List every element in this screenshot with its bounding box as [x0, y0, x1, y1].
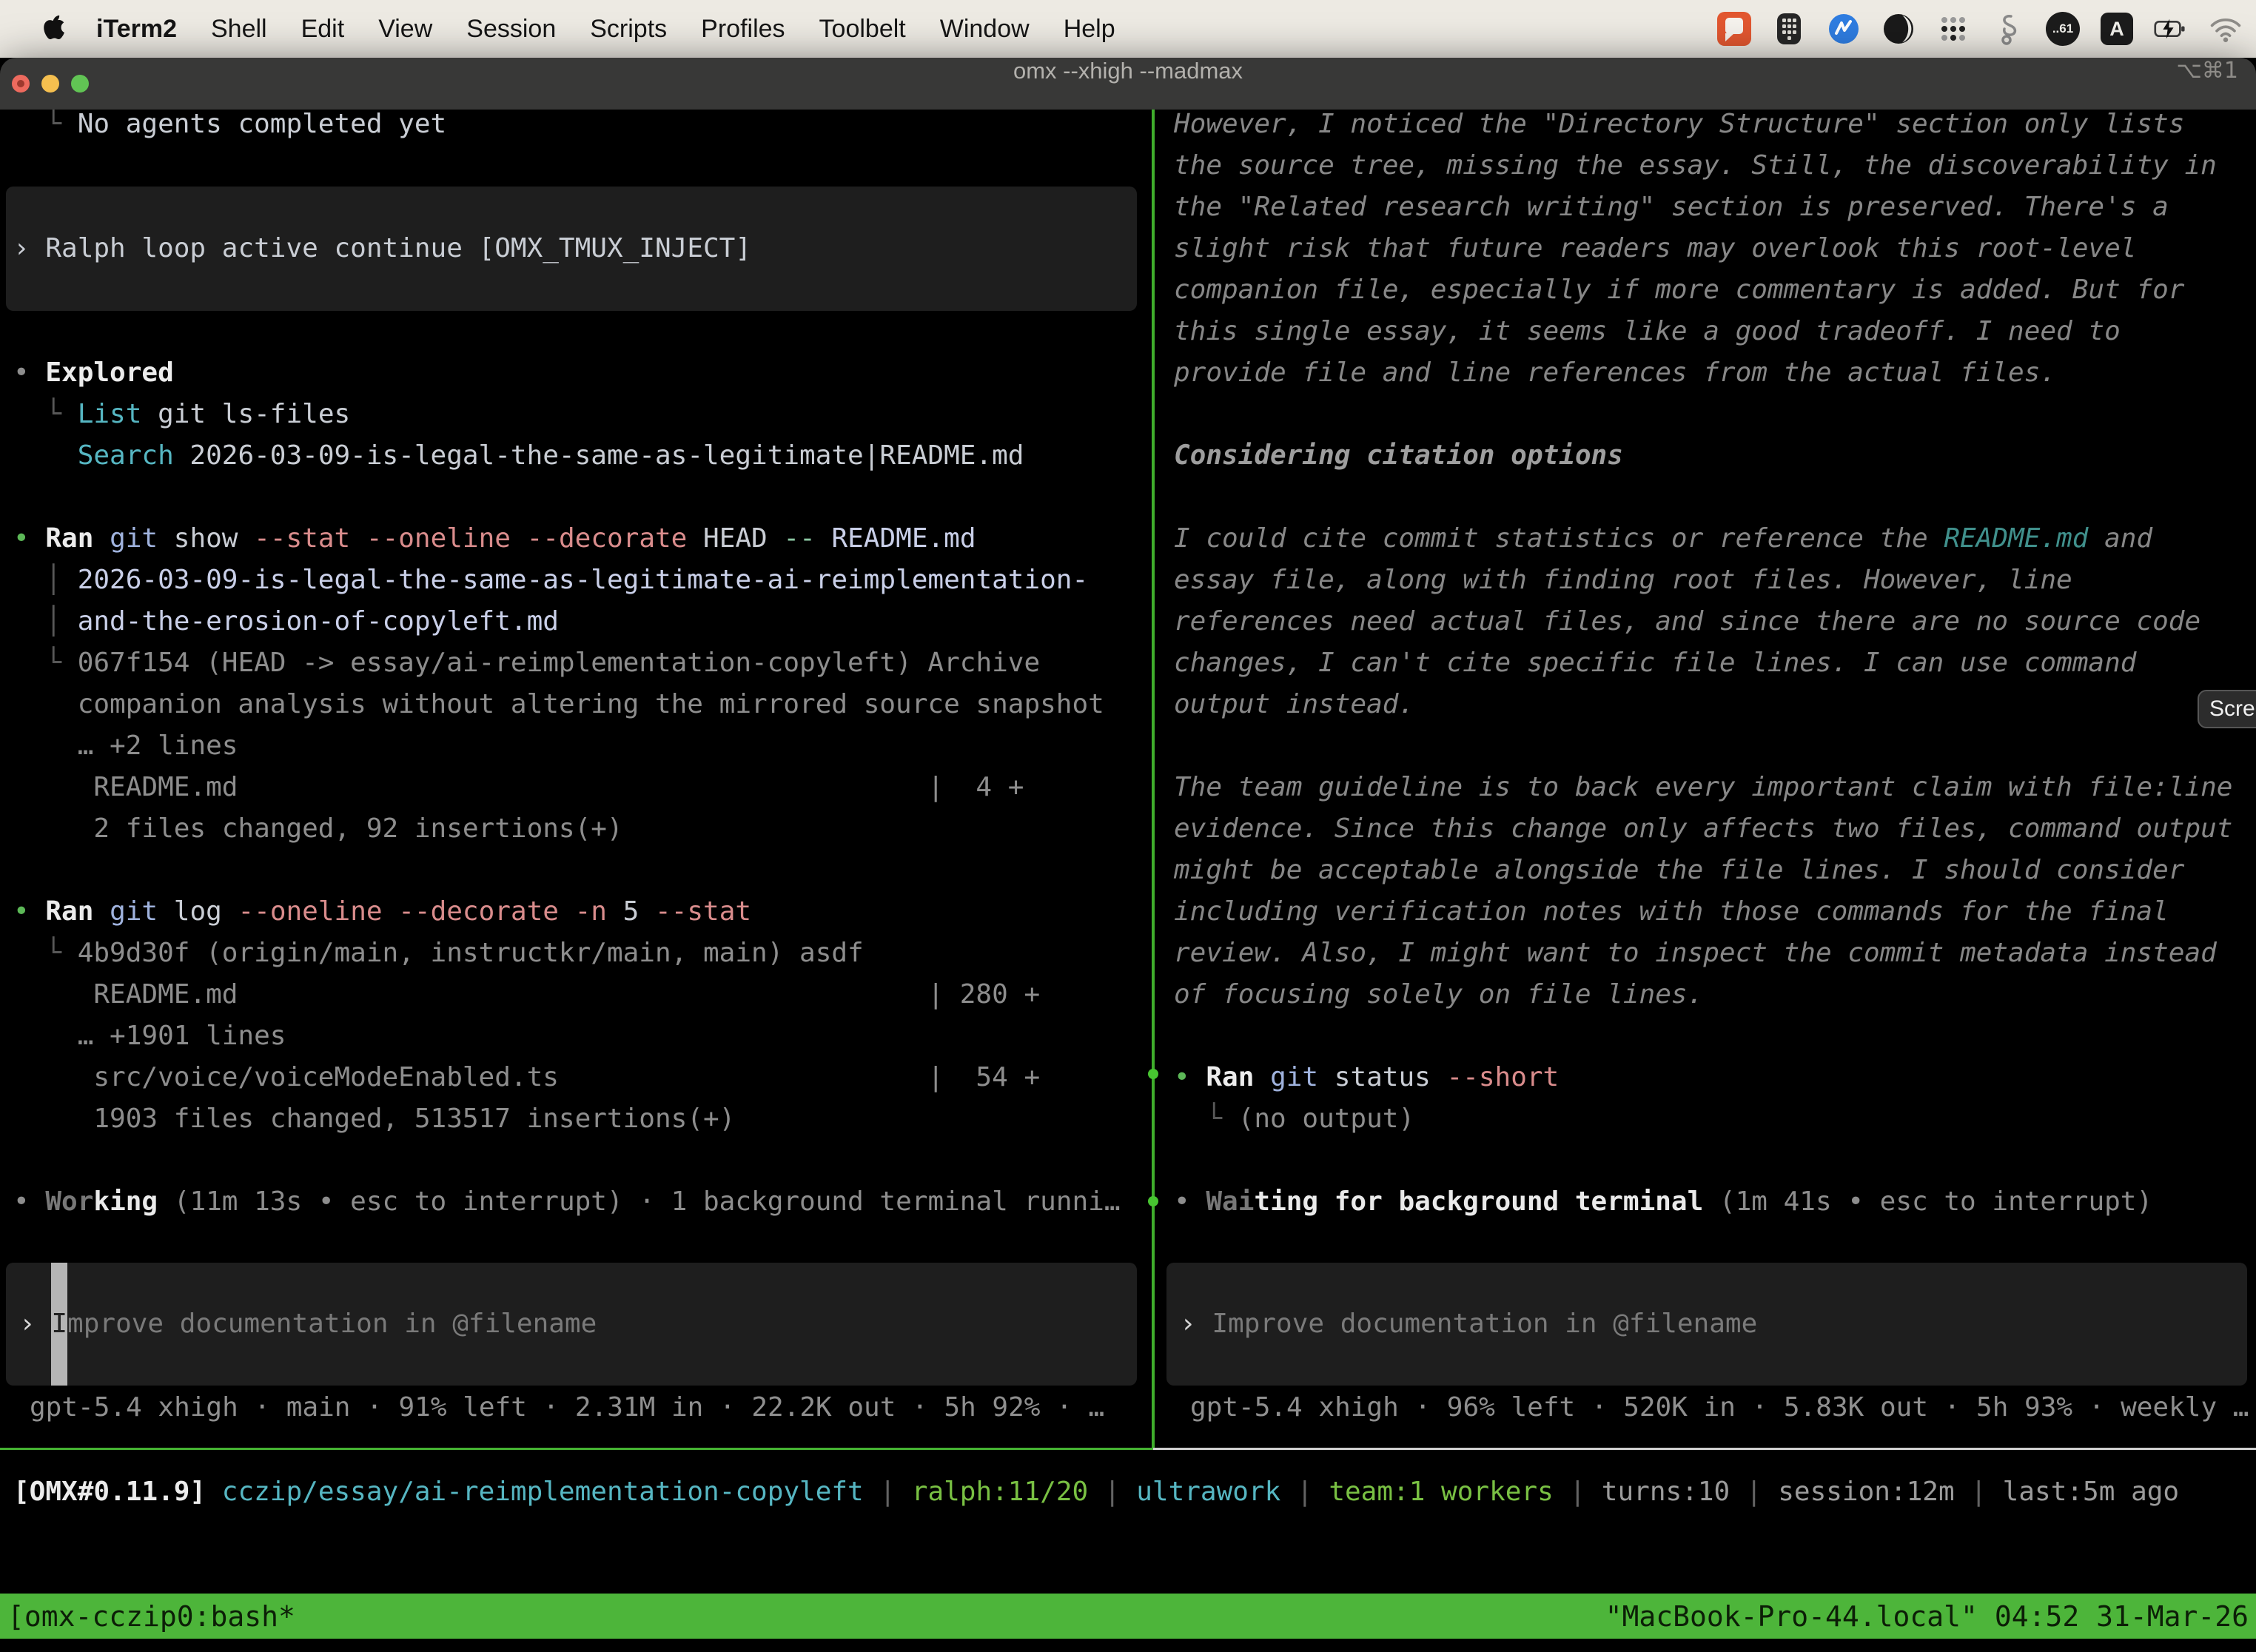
- a-key-icon[interactable]: A: [2101, 13, 2133, 45]
- badge-label: ..61: [2052, 21, 2073, 36]
- apple-menu-icon[interactable]: [38, 13, 67, 45]
- reasoning-text: companion file, especially if more comme…: [1174, 269, 2256, 311]
- tmux-status-bar: [omx-cczip0:bash* "MacBook-Pro-44.local"…: [0, 1594, 2256, 1639]
- explored-search: Search 2026-03-09-is-legal-the-same-as-l…: [13, 435, 1149, 477]
- menu-item-edit[interactable]: Edit: [301, 15, 345, 44]
- git-log-output: └ 4b9d30f (origin/main, instructkr/main,…: [13, 933, 1149, 974]
- left-pane-lines: └ No agents completed yet › Ralph loop ac…: [13, 110, 1149, 1448]
- ran-git-status: • Ran git status --short: [1174, 1057, 2256, 1098]
- menu-item-shell[interactable]: Shell: [211, 15, 267, 44]
- reasoning-text: references need actual files, and since …: [1174, 601, 2256, 642]
- wifi-icon[interactable]: [2209, 12, 2243, 46]
- left-input-box[interactable]: › Improve documentation in @filename: [6, 1263, 1137, 1386]
- menu-item-window[interactable]: Window: [940, 15, 1030, 44]
- omx-status-line: [OMX#0.11.9] cczip/essay/ai-reimplementa…: [13, 1471, 2179, 1513]
- git-log-output: README.md | 280 +: [13, 974, 1149, 1015]
- pane-bottom-border-inactive: [1153, 1448, 2256, 1450]
- reasoning-text: slight risk that future readers may over…: [1174, 228, 2256, 269]
- right-pane-lines: However, I noticed the "Directory Struct…: [1174, 110, 2256, 1448]
- git-log-output: 1903 files changed, 513517 insertions(+): [13, 1098, 1149, 1140]
- menu-item-profiles[interactable]: Profiles: [701, 15, 785, 44]
- prompt-chevron-icon: ›: [1180, 1309, 1212, 1339]
- terminal-area: └ No agents completed yet › Ralph loop ac…: [0, 110, 2256, 1652]
- ran-git-log: • Ran git log --oneline --decorate -n 5 …: [13, 891, 1149, 933]
- dots-grid-icon[interactable]: [1936, 12, 1970, 46]
- chat-badge-icon[interactable]: [1717, 12, 1751, 46]
- git-show-output: companion analysis without altering the …: [13, 684, 1149, 725]
- left-status-line: gpt-5.4 xhigh · main · 91% left · 2.31M …: [30, 1387, 1104, 1428]
- reasoning-text: essay file, along with finding root file…: [1174, 560, 2256, 601]
- right-status-line: gpt-5.4 xhigh · 96% left · 520K in · 5.8…: [1190, 1387, 2249, 1428]
- git-show-output: 2 files changed, 92 insertions(+): [13, 808, 1149, 850]
- waiting-status-line: • Waiting for background terminal (1m 41…: [1174, 1181, 2256, 1223]
- divider-activity-dot: [1148, 1196, 1158, 1206]
- right-input-box[interactable]: › Improve documentation in @filename: [1166, 1263, 2247, 1386]
- prompt-chevron-icon: ›: [19, 1309, 51, 1339]
- input-text: mprove documentation in @filename: [67, 1309, 597, 1339]
- reasoning-text: the "Related research writing" section i…: [1174, 187, 2256, 228]
- reasoning-text: However, I noticed the "Directory Struct…: [1174, 110, 2256, 145]
- git-log-output: … +1901 lines: [13, 1015, 1149, 1057]
- git-show-output: README.md | 4 +: [13, 767, 1149, 808]
- reasoning-text: output instead.: [1174, 684, 2256, 725]
- pane-divider[interactable]: [1152, 110, 1155, 1448]
- pane-left: └ No agents completed yet › Ralph loop ac…: [0, 110, 1149, 1448]
- keypad-icon[interactable]: [1772, 12, 1806, 46]
- reasoning-text: changes, I can't cite specific file line…: [1174, 642, 2256, 684]
- divider-activity-dot: [1148, 1069, 1158, 1079]
- reasoning-text: evidence. Since this change only affects…: [1174, 808, 2256, 850]
- working-status-line: • Working (11m 13s • esc to interrupt) ·…: [13, 1181, 1149, 1223]
- menu-item-scripts[interactable]: Scripts: [590, 15, 667, 44]
- text-cursor: I: [51, 1263, 67, 1386]
- git-log-output: src/voice/voiceModeEnabled.ts | 54 +: [13, 1057, 1149, 1098]
- reasoning-text: the source tree, missing the essay. Stil…: [1174, 145, 2256, 187]
- squiggle-icon[interactable]: [1991, 12, 2025, 46]
- a-key-label: A: [2109, 18, 2124, 41]
- menu-bar: iTerm2 Shell Edit View Session Scripts Profile…: [0, 0, 2256, 58]
- window-title: omx --xhigh --madmax: [0, 58, 2256, 110]
- menu-item-help[interactable]: Help: [1064, 15, 1115, 44]
- explored-list: └ List git ls-files: [13, 394, 1149, 435]
- tmux-host-clock: "MacBook-Pro-44.local" 04:52 31-Mar-26: [1605, 1600, 2249, 1633]
- iterm-window: omx --xhigh --madmax ⌥⌘1 └ No agents com…: [0, 58, 2256, 1652]
- ralph-loop-line: › Ralph loop active continue [OMX_TMUX_I…: [13, 228, 1149, 269]
- sync-badge-icon[interactable]: [1827, 12, 1861, 46]
- command-continuation: │ 2026-03-09-is-legal-the-same-as-legiti…: [13, 560, 1149, 601]
- tmux-session-label: [omx-cczip0:bash*: [7, 1600, 295, 1633]
- reasoning-text: this single essay, it seems like a good …: [1174, 311, 2256, 352]
- git-status-output: └ (no output): [1174, 1098, 2256, 1140]
- reasoning-text: I could cite commit statistics or refere…: [1174, 518, 2256, 560]
- crescent-icon[interactable]: [1881, 12, 1916, 46]
- menu-item-session[interactable]: Session: [466, 15, 556, 44]
- pane-bottom-border-active: [0, 1448, 1153, 1450]
- pane-right: However, I noticed the "Directory Struct…: [1161, 110, 2256, 1448]
- battery-charging-icon[interactable]: [2154, 12, 2188, 46]
- agents-status-line: └ No agents completed yet: [13, 110, 1149, 145]
- percent-badge-icon[interactable]: ..61: [2046, 12, 2080, 46]
- title-bar[interactable]: omx --xhigh --madmax ⌥⌘1: [0, 58, 2256, 110]
- explored-header: • Explored: [13, 352, 1149, 394]
- reasoning-heading: Considering citation options: [1174, 435, 2256, 477]
- git-show-output: … +2 lines: [13, 725, 1149, 767]
- ran-git-show: • Ran git show --stat --oneline --decora…: [13, 518, 1149, 560]
- menu-item-toolbelt[interactable]: Toolbelt: [819, 15, 906, 44]
- reasoning-text: of focusing solely on file lines.: [1174, 974, 2256, 1015]
- reasoning-text: The team guideline is to back every impo…: [1174, 767, 2256, 808]
- window-shortcut: ⌥⌘1: [2176, 58, 2238, 110]
- git-show-output: └ 067f154 (HEAD -> essay/ai-reimplementa…: [13, 642, 1149, 684]
- reasoning-text: provide file and line references from th…: [1174, 352, 2256, 394]
- screen-share-overlay[interactable]: Scre: [2198, 690, 2256, 728]
- screen-share-label: Scre: [2209, 696, 2255, 722]
- menu-item-iterm2[interactable]: iTerm2: [96, 15, 177, 44]
- reasoning-text: might be acceptable alongside the file l…: [1174, 850, 2256, 891]
- input-text: Improve documentation in @filename: [1212, 1309, 1757, 1339]
- command-continuation: │ and-the-erosion-of-copyleft.md: [13, 601, 1149, 642]
- reasoning-text: review. Also, I might want to inspect th…: [1174, 933, 2256, 974]
- reasoning-text: including verification notes with those …: [1174, 891, 2256, 933]
- menu-bar-status-icons: ..61 A: [1717, 12, 2256, 46]
- menu-item-view[interactable]: View: [378, 15, 432, 44]
- menu-items: iTerm2 Shell Edit View Session Scripts Profile…: [96, 15, 1115, 44]
